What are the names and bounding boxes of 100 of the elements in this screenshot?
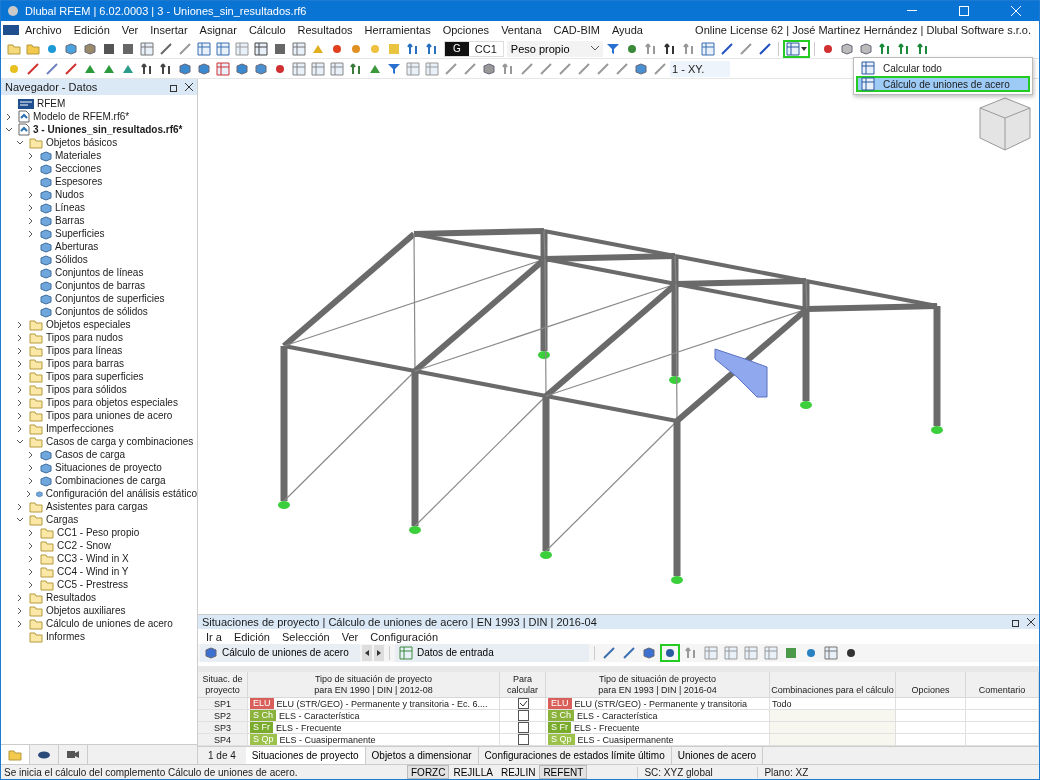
chevron-right-icon[interactable] [16,502,24,511]
load-case-dropdown[interactable]: Peso propio [506,40,603,57]
close-icon[interactable] [1027,618,1035,627]
chevron-right-icon[interactable] [16,346,24,355]
tree-item[interactable]: Nudos [1,188,197,201]
view-dropdown[interactable]: Datos de entrada [395,643,589,662]
tree-item[interactable]: Conjuntos de líneas [1,266,197,279]
tree-item[interactable]: CC4 - Wind in Y [1,565,197,578]
snap-toggle[interactable]: REFENT [539,765,588,779]
chevron-right-icon[interactable] [27,541,35,550]
tree-item[interactable]: CC2 - Snow [1,539,197,552]
menu-item[interactable]: Ir a [200,630,228,643]
checkbox[interactable] [518,698,529,709]
menu-item[interactable]: Cálculo [242,24,292,36]
chevron-right-icon[interactable] [27,528,35,537]
chevron-right-icon[interactable] [16,398,24,407]
tree-item[interactable]: Tipos para nudos [1,331,197,344]
tree-item[interactable]: Asistentes para cargas [1,500,197,513]
tree-item[interactable]: Cargas [1,513,197,526]
tree-item[interactable]: CC3 - Wind in X [1,552,197,565]
menu-item[interactable]: Herramientas [358,24,437,36]
load-case-field[interactable]: G CC1 [444,40,504,57]
tree-item[interactable]: Conjuntos de sólidos [1,305,197,318]
chevron-right-icon[interactable] [5,112,13,121]
chevron-right-icon[interactable] [27,190,35,199]
tree-item[interactable]: Objetos básicos [1,136,197,149]
checkbox[interactable] [518,734,529,745]
restore-icon[interactable] [1012,617,1021,627]
chevron-right-icon[interactable] [27,164,35,173]
panel-tab[interactable]: Situaciones de proyecto [245,746,366,765]
chevron-right-icon[interactable] [27,476,35,485]
chevron-right-icon[interactable] [16,320,24,329]
chevron-right-icon[interactable] [16,359,24,368]
menu-item[interactable]: Calcular todo [856,60,1030,76]
chevron-right-icon[interactable] [27,554,35,563]
tree-item[interactable]: Tipos para objetos especiales [1,396,197,409]
tree-item[interactable]: Combinaciones de carga [1,474,197,487]
chevron-right-icon[interactable] [16,411,24,420]
chevron-down-icon[interactable] [5,125,13,134]
tree-item[interactable]: Tipos para sólidos [1,383,197,396]
tree-item[interactable]: Conjuntos de superficies [1,292,197,305]
menu-item[interactable]: Selección [276,630,336,643]
chevron-right-icon[interactable] [27,216,35,225]
menu-item[interactable]: Ayuda [605,24,649,36]
tree-item[interactable]: Cálculo de uniones de acero [1,617,197,630]
tree-item[interactable]: Sólidos [1,253,197,266]
tree-item[interactable]: Resultados [1,591,197,604]
tree-item[interactable]: Tipos para superficies [1,370,197,383]
chevron-right-icon[interactable] [16,333,24,342]
checkbox[interactable] [518,710,529,721]
chevron-right-icon[interactable] [16,593,24,602]
menu-item[interactable]: Configuración [364,630,445,643]
next-button[interactable] [374,644,384,661]
chevron-right-icon[interactable] [16,424,24,433]
module-dropdown[interactable]: Cálculo de uniones de acero [200,643,360,662]
tree-item[interactable]: Modelo de RFEM.rf6* [1,110,197,123]
chevron-down-icon[interactable] [16,138,24,147]
chevron-right-icon[interactable] [27,151,35,160]
tree-item[interactable]: Tipos para uniones de acero [1,409,197,422]
tree-item[interactable]: Configuración del análisis estático [1,487,197,500]
chevron-right-icon[interactable] [16,619,24,628]
tree-item[interactable]: Superficies [1,227,197,240]
tree-item[interactable]: Tipos para líneas [1,344,197,357]
view-field[interactable]: 1 - XY. [670,60,730,77]
tree-item[interactable]: Tipos para barras [1,357,197,370]
chevron-right-icon[interactable] [16,606,24,615]
menu-item[interactable]: Ventana [495,24,548,36]
menu-item[interactable]: Insertar [144,24,194,36]
menu-item[interactable]: Ver [115,24,145,36]
tree-item[interactable]: Imperfecciones [1,422,197,435]
menu-item[interactable]: Edición [67,24,116,36]
menu-item[interactable]: Cálculo de uniones de acero [856,76,1030,92]
tree-item[interactable]: Líneas [1,201,197,214]
chevron-right-icon[interactable] [27,567,35,576]
chevron-right-icon[interactable] [27,580,35,589]
snap-toggle[interactable]: REJILLA [449,765,497,779]
tree-item[interactable]: Casos de carga y combinaciones [1,435,197,448]
calculate-button[interactable] [660,643,680,662]
tree-item[interactable]: Informes [1,630,197,643]
chevron-right-icon[interactable] [27,463,35,472]
checkbox[interactable] [518,722,529,733]
restore-icon[interactable] [170,82,179,92]
tree-item[interactable]: Conjuntos de barras [1,279,197,292]
tree-item[interactable]: Secciones [1,162,197,175]
tree-item[interactable]: Espesores [1,175,197,188]
close-icon[interactable] [185,83,193,91]
menu-item[interactable]: Asignar [193,24,243,36]
chevron-right-icon[interactable] [25,489,33,498]
tree-item[interactable]: Barras [1,214,197,227]
tree-item[interactable]: Objetos auxiliares [1,604,197,617]
snap-toggle[interactable]: REJLIN [496,765,540,779]
tree-item[interactable]: 3 - Uniones_sin_resultados.rf6* [1,123,197,136]
chevron-right-icon[interactable] [27,203,35,212]
tree-item[interactable]: CC1 - Peso propio [1,526,197,539]
chevron-down-icon[interactable] [16,515,24,524]
menu-item[interactable]: Edición [227,630,276,643]
menu-item[interactable]: CAD-BIM [547,24,606,36]
chevron-down-icon[interactable] [16,437,24,446]
chevron-right-icon[interactable] [27,450,35,459]
tree-item[interactable]: CC5 - Prestress [1,578,197,591]
